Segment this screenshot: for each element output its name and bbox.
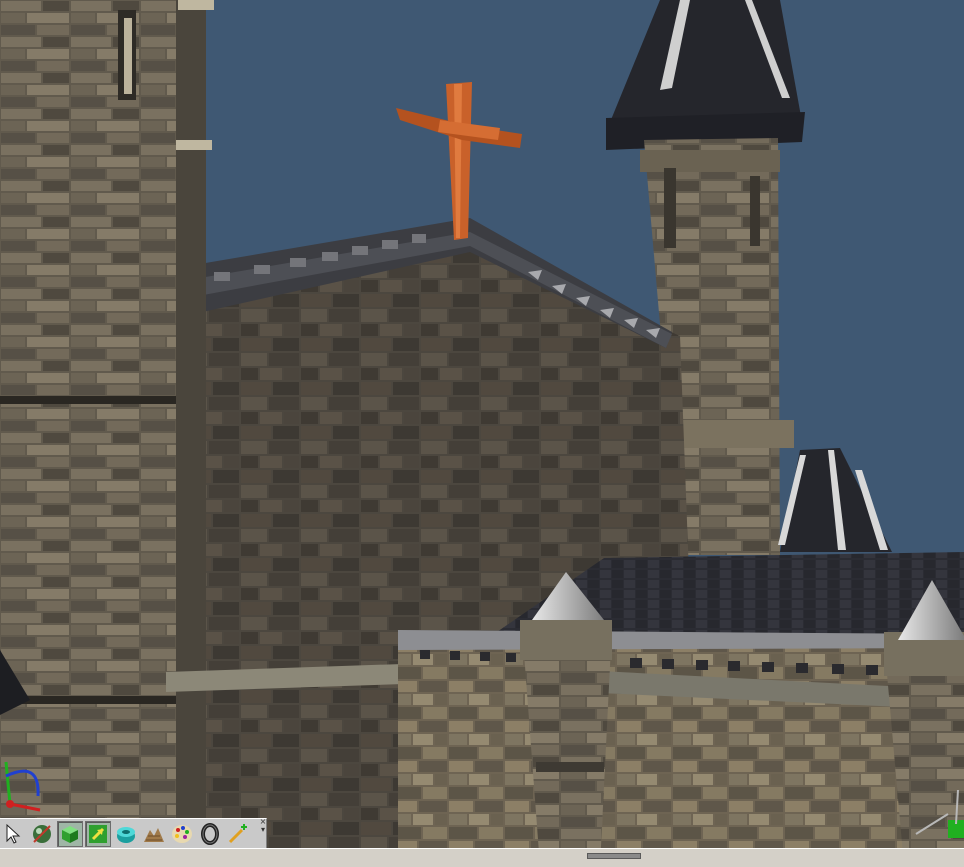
front-wall — [398, 630, 964, 866]
terrain-icon — [144, 828, 164, 842]
toolbar-grip[interactable]: × ▾ — [259, 818, 267, 848]
torus-icon — [201, 823, 219, 845]
left-tower — [0, 0, 214, 866]
tool-palette — [0, 818, 267, 849]
palette-tool-button[interactable] — [169, 821, 195, 847]
ring-tool-button[interactable] — [197, 821, 223, 847]
cylinder-tool-button[interactable] — [113, 821, 139, 847]
arrow-cursor-icon — [6, 823, 21, 844]
axis-gizmo-secondary — [915, 789, 964, 838]
box-tool-button[interactable] — [57, 821, 83, 847]
wand-tool-button[interactable] — [225, 821, 251, 847]
orbit-tool-button[interactable] — [29, 821, 55, 847]
palette-icon — [172, 825, 192, 843]
transform-tool-button[interactable] — [85, 821, 111, 847]
move-arrow-icon — [89, 825, 107, 843]
3d-viewport[interactable] — [0, 0, 964, 866]
status-bar — [0, 848, 964, 867]
axis-gizmo — [4, 761, 41, 812]
castle-scene[interactable] — [0, 0, 964, 866]
sphere-tool-icon — [33, 825, 51, 843]
select-tool-button[interactable] — [1, 821, 27, 847]
green-box-icon — [62, 826, 78, 843]
cylinder-icon — [117, 827, 135, 843]
magic-wand-icon — [228, 824, 247, 844]
status-progress-indicator — [587, 853, 641, 859]
terrain-tool-button[interactable] — [141, 821, 167, 847]
